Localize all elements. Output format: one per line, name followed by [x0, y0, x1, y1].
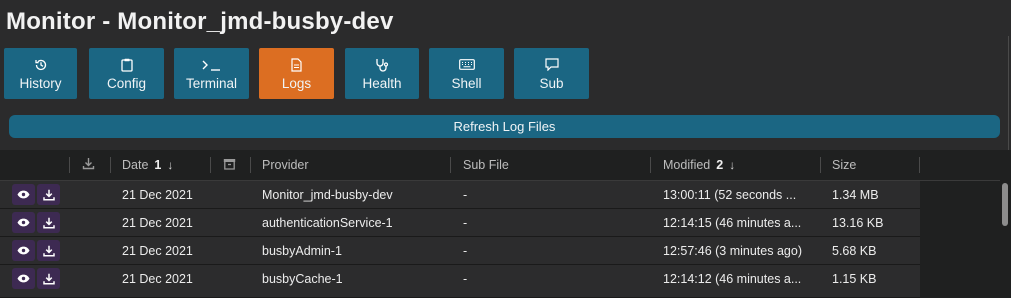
table-row[interactable]: 21 Dec 2021 authenticationService-1 - 12… [0, 209, 920, 237]
date-column-header[interactable]: Date 1 ↓ [122, 150, 173, 180]
config-button-label: Config [106, 75, 147, 91]
history-icon [34, 57, 48, 73]
column-separator [110, 157, 111, 173]
row-subfile: - [463, 215, 468, 230]
download-icon [42, 245, 55, 257]
terminal-button[interactable]: Terminal [174, 48, 249, 99]
config-button[interactable]: Config [89, 48, 164, 99]
row-subfile: - [463, 271, 468, 286]
download-icon [42, 273, 55, 285]
column-separator [650, 157, 651, 173]
message-icon [544, 57, 559, 73]
row-provider: busbyAdmin-1 [262, 243, 342, 258]
header-panel: Monitor - Monitor_jmd-busby-dev History … [0, 0, 1011, 150]
row-provider: authenticationService-1 [262, 215, 393, 230]
date-header-label: Date [122, 158, 149, 172]
table-scrollbar-thumb[interactable] [1002, 183, 1008, 226]
column-separator [919, 157, 920, 173]
keyboard-icon [458, 57, 475, 73]
row-date: 21 Dec 2021 [122, 215, 193, 230]
download-icon [42, 217, 55, 229]
subfile-header-label: Sub File [463, 158, 509, 172]
row-modified: 12:14:12 (46 minutes a... [663, 271, 802, 286]
column-separator [250, 157, 251, 173]
download-button[interactable] [37, 212, 60, 233]
column-separator [210, 157, 211, 173]
archive-column-header[interactable] [223, 150, 236, 180]
subfile-column-header[interactable]: Sub File [463, 150, 509, 180]
row-date: 21 Dec 2021 [122, 243, 193, 258]
clipboard-icon [120, 57, 133, 73]
sort-down-arrow-icon: ↓ [729, 158, 736, 172]
provider-header-label: Provider [262, 158, 309, 172]
terminal-button-label: Terminal [185, 75, 237, 91]
table-row[interactable]: 21 Dec 2021 Monitor_jmd-busby-dev - 13:0… [0, 181, 920, 209]
provider-column-header[interactable]: Provider [262, 150, 309, 180]
modified-column-header[interactable]: Modified 2 ↓ [663, 150, 735, 180]
row-modified: 13:00:11 (52 seconds ... [663, 187, 797, 202]
column-separator [820, 157, 821, 173]
logs-button-label: Logs [281, 75, 312, 91]
row-provider: busbyCache-1 [262, 271, 343, 286]
download-column-header[interactable] [82, 150, 95, 180]
sub-button[interactable]: Sub [514, 48, 589, 99]
modified-header-label: Modified [663, 158, 711, 172]
row-subfile: - [463, 187, 468, 202]
shell-button-label: Shell [451, 75, 482, 91]
page-title: Monitor - Monitor_jmd-busby-dev [6, 8, 394, 35]
health-button[interactable]: Health [345, 48, 419, 99]
health-button-label: Health [362, 75, 402, 91]
column-separator [69, 157, 70, 173]
row-modified: 12:57:46 (3 minutes ago) [663, 243, 802, 258]
shell-button[interactable]: Shell [429, 48, 504, 99]
download-icon [82, 157, 95, 173]
table-header: Date 1 ↓ Provider Sub File Modified 2 ↓ … [0, 150, 1000, 181]
sort-down-arrow-icon: ↓ [167, 158, 174, 172]
eye-icon [17, 274, 30, 283]
view-button[interactable] [12, 240, 35, 261]
size-column-header[interactable]: Size [832, 150, 856, 180]
column-separator [450, 157, 451, 173]
view-button[interactable] [12, 212, 35, 233]
stethoscope-icon [375, 57, 389, 73]
terminal-icon [202, 57, 222, 73]
sub-button-label: Sub [539, 75, 564, 91]
row-size: 1.34 MB [832, 187, 879, 202]
row-date: 21 Dec 2021 [122, 187, 193, 202]
row-subfile: - [463, 243, 468, 258]
download-button[interactable] [37, 268, 60, 289]
view-button[interactable] [12, 184, 35, 205]
refresh-log-files-button[interactable]: Refresh Log Files [9, 115, 1000, 138]
row-size: 5.68 KB [832, 243, 877, 258]
history-button[interactable]: History [4, 48, 77, 99]
history-button-label: History [19, 75, 62, 91]
modified-sort-order: 2 [716, 158, 724, 172]
row-size: 13.16 KB [832, 215, 884, 230]
date-sort-order: 1 [154, 158, 162, 172]
view-button[interactable] [12, 268, 35, 289]
row-provider: Monitor_jmd-busby-dev [262, 187, 393, 202]
table-row[interactable]: 21 Dec 2021 busbyCache-1 - 12:14:12 (46 … [0, 265, 920, 298]
row-size: 1.15 KB [832, 271, 877, 286]
eye-icon [17, 190, 30, 199]
logs-button[interactable]: Logs [259, 48, 334, 99]
row-modified: 12:14:15 (46 minutes a... [663, 215, 802, 230]
download-button[interactable] [37, 240, 60, 261]
download-icon [42, 189, 55, 201]
file-icon [291, 57, 302, 73]
archive-icon [223, 158, 236, 173]
row-date: 21 Dec 2021 [122, 271, 193, 286]
download-button[interactable] [37, 184, 60, 205]
size-header-label: Size [832, 158, 857, 172]
eye-icon [17, 246, 30, 255]
eye-icon [17, 218, 30, 227]
panel-scrollbar [1008, 36, 1009, 150]
table-row[interactable]: 21 Dec 2021 busbyAdmin-1 - 12:57:46 (3 m… [0, 237, 920, 265]
